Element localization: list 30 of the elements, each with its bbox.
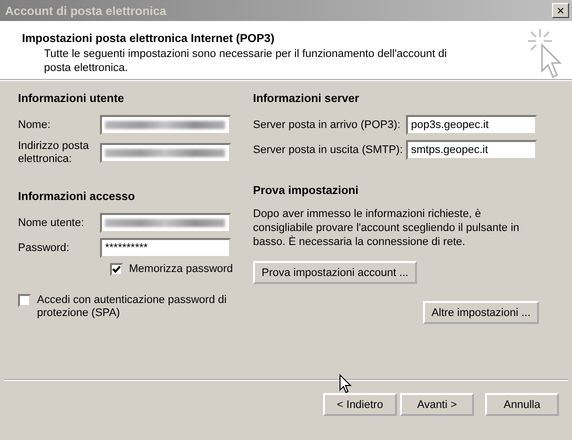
- checkbox[interactable]: [110, 263, 123, 276]
- checkbox[interactable]: [18, 294, 31, 307]
- wizard-button[interactable]: Avanti >: [400, 393, 474, 416]
- header-description: Tutte le seguenti impostazioni sono necessarie per il funzionamento dell'account di posta elettronica.: [44, 47, 448, 75]
- test-description: Dopo aver immesso le informazioni richieste, è consigliabile provare l'account scegliendo il pulsante in basso. È necessaria la connessione di rete.: [253, 207, 520, 249]
- input-field[interactable]: pop3s.geopec.it: [406, 115, 537, 135]
- input-field[interactable]: smtps.geopec.it: [406, 140, 537, 160]
- input-field[interactable]: [100, 115, 231, 135]
- field-label: Server posta in arrivo (POP3):: [253, 118, 402, 132]
- close-button[interactable]: ×: [552, 3, 569, 18]
- section-heading: Informazioni server: [253, 93, 360, 105]
- section-heading: Prova impostazioni: [253, 185, 360, 197]
- wizard-button[interactable]: Annulla: [485, 393, 559, 416]
- field-label: Nome:: [18, 118, 52, 132]
- section-heading: Informazioni utente: [18, 93, 126, 105]
- header-title: Impostazioni posta elettronica Internet (POP3): [22, 33, 276, 45]
- input-field[interactable]: **********: [100, 238, 231, 258]
- wizard-button[interactable]: < Indietro: [323, 393, 397, 416]
- section-heading: Informazioni accesso: [18, 191, 136, 203]
- input-field[interactable]: [100, 143, 231, 163]
- window-title: Account di posta elettronica: [5, 4, 166, 18]
- checkbox-label: Accedi con autenticazione password di protezione (SPA): [37, 294, 228, 320]
- input-field[interactable]: [100, 213, 231, 233]
- field-label: Indirizzo posta elettronica:: [18, 140, 90, 166]
- field-label: Password:: [18, 242, 70, 254]
- field-label: Nome utente:: [18, 216, 86, 230]
- test-account-button[interactable]: Prova impostazioni account ...: [253, 261, 417, 284]
- checkbox-label: Memorizza password: [129, 263, 233, 275]
- field-label: Server posta in uscita (SMTP):: [253, 144, 404, 156]
- more-settings-button[interactable]: Altre impostazioni ...: [423, 301, 539, 324]
